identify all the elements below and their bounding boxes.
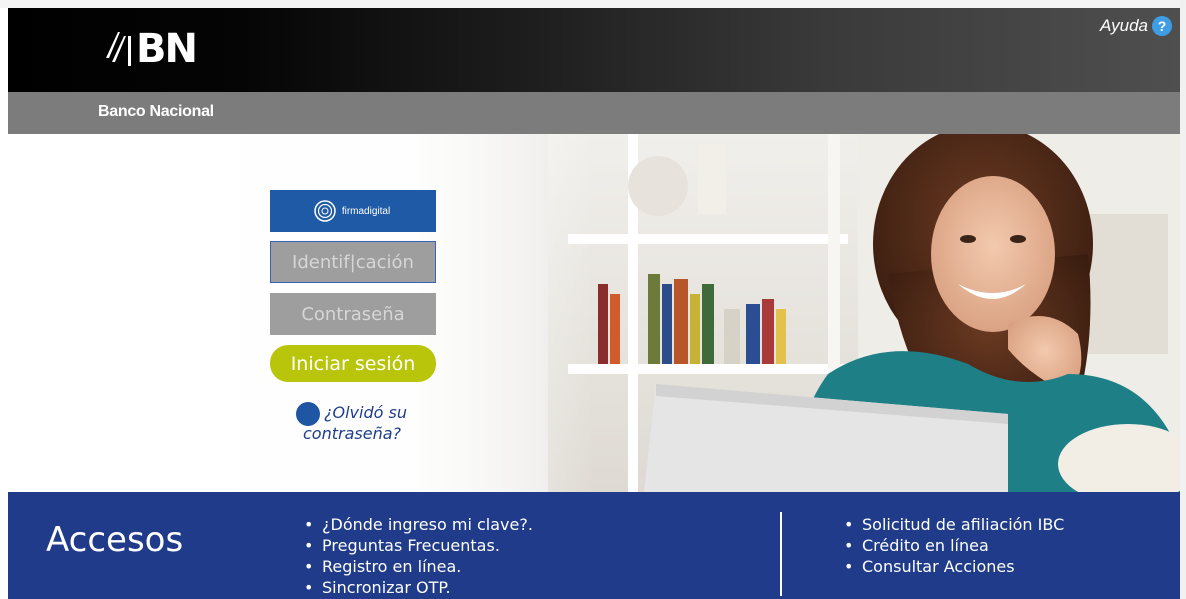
access-link-shares[interactable]: Consultar Acciones [840, 556, 1064, 577]
subheader-bar: Banco Nacional [8, 92, 1180, 134]
header-bar: BN Ayuda ? [8, 8, 1180, 92]
question-icon: ? [1152, 16, 1172, 36]
access-link-faq[interactable]: Preguntas Frecuentas. [300, 535, 533, 556]
bn-logo[interactable]: BN [104, 26, 198, 72]
password-input[interactable] [270, 293, 436, 335]
login-page: BN Ayuda ? Banco Nacional firmadigital I… [0, 0, 1186, 599]
footer-access-bar: Accesos ¿Dónde ingreso mi clave?. Pregun… [8, 492, 1180, 599]
bn-logo-mark-icon [106, 32, 131, 66]
access-link-online-credit[interactable]: Crédito en línea [840, 535, 1064, 556]
access-link-where-key[interactable]: ¿Dónde ingreso mi clave?. [300, 514, 533, 535]
bank-name: Banco Nacional [98, 103, 214, 120]
firma-digital-button[interactable]: firmadigital [270, 190, 436, 232]
footer-divider [780, 512, 782, 596]
login-button[interactable]: Iniciar sesión [270, 345, 436, 382]
window-top-edge [0, 0, 1186, 8]
firma-digital-logo: firmadigital [313, 199, 394, 223]
firma-digital-label: firmadigital [338, 204, 394, 218]
forgot-password-text-1: ¿Olvidó su [324, 403, 407, 422]
hero-image [8, 134, 1180, 492]
access-links-left: ¿Dónde ingreso mi clave?. Preguntas Frec… [300, 514, 533, 598]
access-link-sync-otp[interactable]: Sincronizar OTP. [300, 577, 533, 598]
accesos-title: Accesos [46, 520, 184, 560]
help-label: Ayuda [1099, 16, 1148, 35]
window-right-edge [1180, 0, 1186, 599]
access-link-ibc-affiliation[interactable]: Solicitud de afiliación IBC [840, 514, 1064, 535]
hero-banner [8, 134, 1180, 492]
forgot-password-text-2: contraseña? [303, 424, 401, 443]
logo-text: BN [136, 26, 198, 72]
identification-input[interactable] [270, 241, 436, 283]
access-link-register[interactable]: Registro en línea. [300, 556, 533, 577]
help-link[interactable]: Ayuda ? [1100, 16, 1172, 36]
fingerprint-icon [314, 200, 336, 222]
info-dot-icon [296, 402, 320, 426]
access-links-right: Solicitud de afiliación IBC Crédito en l… [840, 514, 1064, 577]
